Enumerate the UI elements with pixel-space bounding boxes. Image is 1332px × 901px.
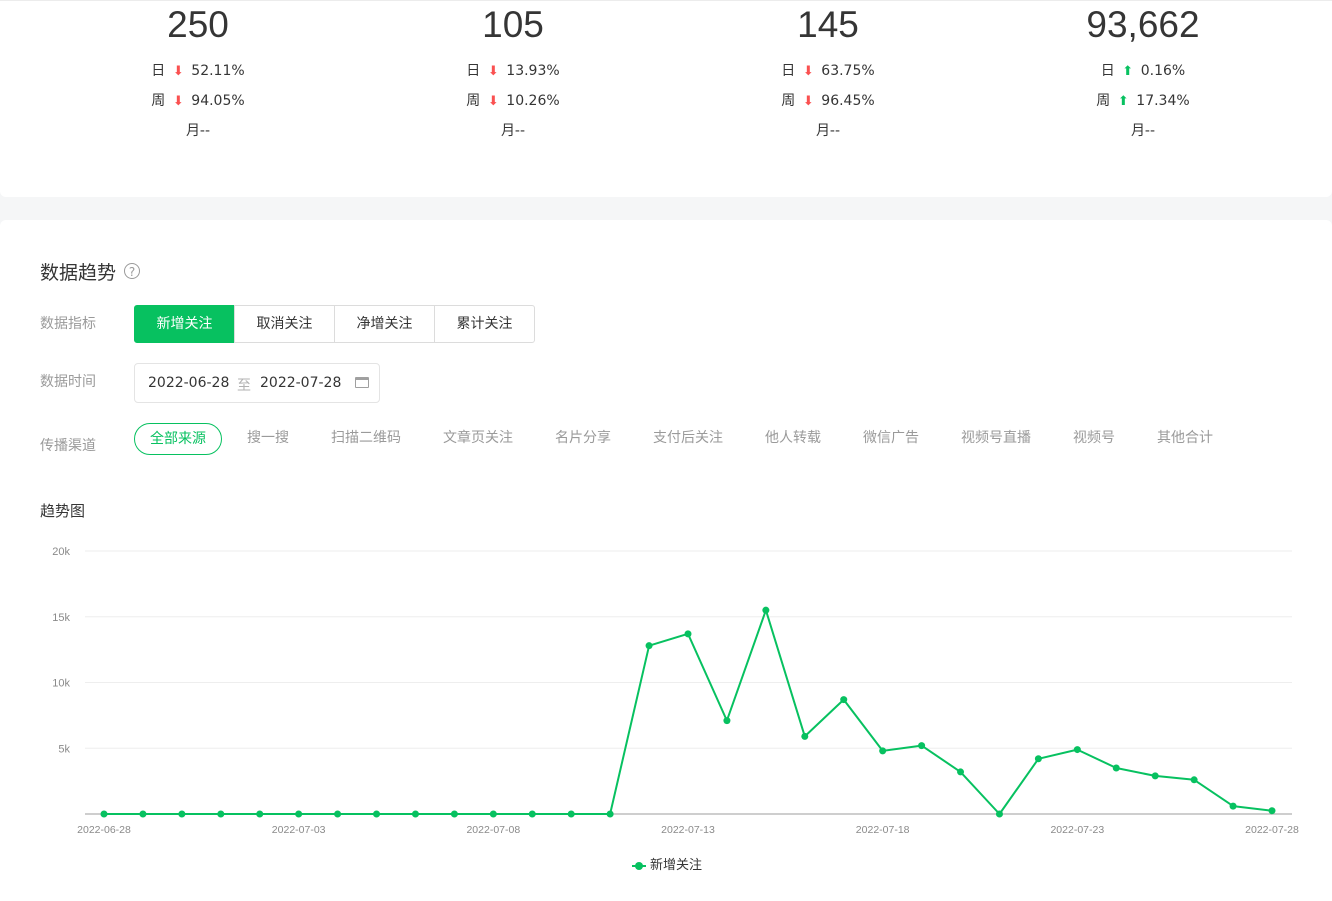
data-point bbox=[1229, 802, 1237, 810]
data-point bbox=[1151, 772, 1159, 780]
stat-month-change: 月-- bbox=[185, 123, 211, 139]
x-tick-label: 2022-07-08 bbox=[466, 824, 520, 836]
y-tick-label: 15k bbox=[52, 612, 70, 624]
data-point bbox=[645, 642, 653, 650]
arrow-down-icon: ⬇ bbox=[487, 94, 499, 109]
data-point bbox=[1190, 776, 1198, 784]
data-point bbox=[606, 810, 614, 818]
stat-4: 93,662 日 ⬆ 0.16% 周 ⬆ 17.34% 月-- bbox=[1023, 1, 1263, 146]
stat-3: 145 日 ⬇ 63.75% 周 ⬇ 96.45% 月-- bbox=[708, 1, 948, 146]
stat-value: 250 bbox=[167, 4, 229, 45]
data-point bbox=[528, 810, 536, 818]
arrow-up-icon: ⬆ bbox=[1117, 94, 1129, 109]
data-point bbox=[178, 810, 186, 818]
arrow-down-icon: ⬇ bbox=[487, 64, 499, 79]
stat-day-change: 日 ⬇ 52.11% bbox=[78, 56, 318, 86]
week-label: 周 bbox=[781, 93, 796, 109]
data-point bbox=[684, 630, 692, 638]
week-label: 周 bbox=[466, 93, 481, 109]
data-point bbox=[567, 810, 575, 818]
stat-value: 105 bbox=[482, 4, 544, 45]
week-label: 周 bbox=[1096, 93, 1111, 109]
data-point bbox=[334, 810, 342, 818]
day-percent: 52.11% bbox=[191, 63, 245, 79]
stat-value: 93,662 bbox=[1086, 4, 1200, 45]
data-point bbox=[256, 810, 264, 818]
y-tick-label: 20k bbox=[52, 546, 70, 558]
chart-legend[interactable]: 新增关注 bbox=[632, 854, 702, 873]
stat-day-change: 日 ⬇ 13.93% bbox=[393, 56, 633, 86]
data-point bbox=[918, 742, 926, 750]
stat-week-change: 周 ⬇ 10.26% bbox=[393, 86, 633, 116]
data-point bbox=[995, 810, 1003, 818]
legend-swatch bbox=[632, 861, 646, 871]
x-tick-label: 2022-07-18 bbox=[856, 824, 910, 836]
day-percent: 63.75% bbox=[821, 63, 875, 79]
week-percent: 94.05% bbox=[191, 93, 245, 109]
x-tick-label: 2022-07-28 bbox=[1245, 824, 1299, 836]
data-point bbox=[723, 717, 731, 725]
series-line bbox=[104, 609, 1273, 815]
y-tick-label: 10k bbox=[52, 678, 70, 690]
day-label: 日 bbox=[781, 63, 796, 79]
day-label: 日 bbox=[466, 63, 481, 79]
arrow-down-icon: ⬇ bbox=[802, 64, 814, 79]
stat-week-change: 周 ⬇ 94.05% bbox=[78, 86, 318, 116]
day-label: 日 bbox=[1100, 63, 1115, 79]
trend-chart: 5k 10k 15k 20k 2022-06-28 2022-07-03 2022-07-0… bbox=[52, 546, 1299, 836]
data-point bbox=[100, 810, 108, 818]
stats-card: 250 日 ⬇ 52.11% 周 ⬇ 94.05% 月-- 105 日 ⬇ 13.93% 周 ⬇ 10.26… bbox=[0, 0, 1332, 197]
stat-month-change: 月-- bbox=[815, 123, 841, 139]
trend-card: 数据趋势 ? 数据指标 新增关注 取消关注 净增关注 累计关注 数据时间 2022-0… bbox=[0, 220, 1332, 901]
x-tick-label: 2022-07-13 bbox=[661, 824, 715, 836]
data-point bbox=[295, 810, 303, 818]
x-tick-label: 2022-07-23 bbox=[1050, 824, 1104, 836]
week-percent: 17.34% bbox=[1136, 93, 1190, 109]
day-label: 日 bbox=[151, 63, 166, 79]
data-point bbox=[489, 810, 497, 818]
day-percent: 0.16% bbox=[1140, 63, 1186, 79]
day-percent: 13.93% bbox=[506, 63, 560, 79]
data-point bbox=[373, 810, 381, 818]
stat-week-change: 周 ⬇ 96.45% bbox=[708, 86, 948, 116]
stat-month-change: 月-- bbox=[500, 123, 526, 139]
week-percent: 96.45% bbox=[821, 93, 875, 109]
stat-day-change: 日 ⬇ 63.75% bbox=[708, 56, 948, 86]
data-point bbox=[1073, 746, 1081, 754]
arrow-down-icon: ⬇ bbox=[172, 64, 184, 79]
stat-1: 250 日 ⬇ 52.11% 周 ⬇ 94.05% 月-- bbox=[78, 1, 318, 146]
y-tick-label: 5k bbox=[58, 743, 70, 755]
data-point bbox=[762, 606, 770, 614]
x-tick-label: 2022-06-28 bbox=[77, 824, 131, 836]
stat-month-change: 月-- bbox=[1130, 123, 1156, 139]
stat-value: 145 bbox=[797, 4, 859, 45]
arrow-down-icon: ⬇ bbox=[172, 94, 184, 109]
data-point bbox=[1112, 764, 1120, 772]
x-tick-label: 2022-07-03 bbox=[272, 824, 326, 836]
data-point bbox=[957, 768, 965, 776]
data-point bbox=[879, 747, 887, 755]
arrow-up-icon: ⬆ bbox=[1122, 64, 1134, 79]
stat-week-change: 周 ⬆ 17.34% bbox=[1023, 86, 1263, 116]
data-point bbox=[139, 810, 147, 818]
stat-2: 105 日 ⬇ 13.93% 周 ⬇ 10.26% 月-- bbox=[393, 1, 633, 146]
data-point bbox=[217, 810, 225, 818]
arrow-down-icon: ⬇ bbox=[802, 94, 814, 109]
data-point bbox=[801, 732, 809, 740]
week-percent: 10.26% bbox=[506, 93, 560, 109]
data-point bbox=[840, 696, 848, 704]
data-point bbox=[1034, 755, 1042, 763]
data-point bbox=[1268, 807, 1276, 815]
stat-day-change: 日 ⬆ 0.16% bbox=[1023, 56, 1263, 86]
week-label: 周 bbox=[151, 93, 166, 109]
data-point bbox=[450, 810, 458, 818]
legend-label: 新增关注 bbox=[650, 858, 703, 873]
data-point bbox=[411, 810, 419, 818]
